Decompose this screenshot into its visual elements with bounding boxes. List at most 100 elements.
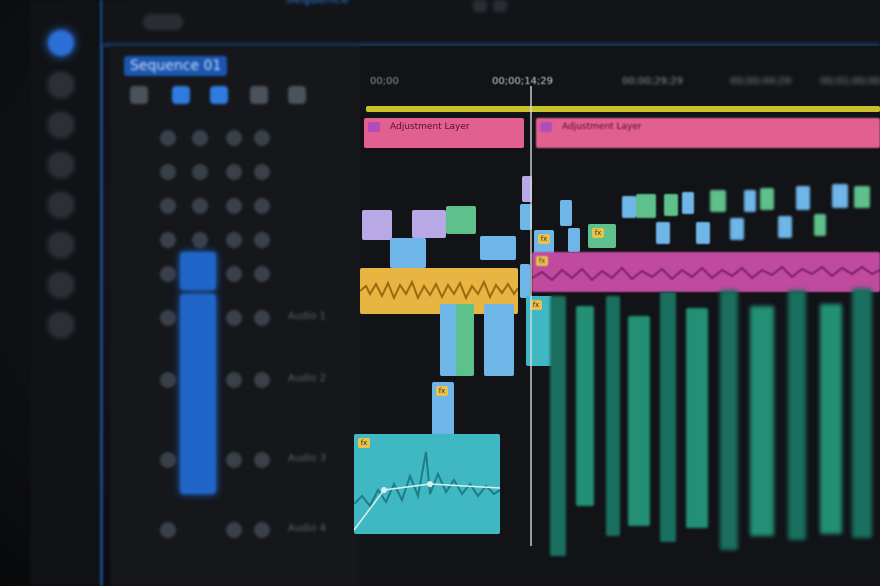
video-clip[interactable] bbox=[636, 194, 656, 218]
timeline-settings-icon[interactable] bbox=[250, 86, 268, 104]
video-clip[interactable]: fx bbox=[588, 224, 616, 248]
toggle-track-output-icon[interactable] bbox=[160, 198, 176, 214]
toggle-track-output-icon[interactable] bbox=[160, 130, 176, 146]
keyframe-point[interactable] bbox=[381, 487, 387, 493]
time-ruler[interactable]: 00;00 00;00;14;29 00;00;29;29 00;00;44;2… bbox=[360, 68, 880, 98]
ripple-edit-tool-icon[interactable] bbox=[48, 112, 74, 138]
lock-track-icon[interactable] bbox=[160, 266, 176, 282]
sync-lock-icon[interactable] bbox=[226, 198, 242, 214]
type-tool-icon[interactable] bbox=[48, 312, 74, 338]
audio-clip[interactable] bbox=[660, 292, 676, 542]
mute-icon[interactable] bbox=[226, 372, 242, 388]
linked-selection-icon[interactable] bbox=[172, 86, 190, 104]
lock-track-icon[interactable] bbox=[192, 198, 208, 214]
adjustment-layer-clip[interactable]: Adjustment Layer bbox=[364, 118, 524, 148]
keyframe-point[interactable] bbox=[427, 481, 433, 487]
razor-tool-icon[interactable] bbox=[48, 152, 74, 178]
hand-tool-icon[interactable] bbox=[48, 272, 74, 298]
audio-clip[interactable]: fx bbox=[532, 252, 880, 292]
sync-lock-icon[interactable] bbox=[226, 164, 242, 180]
video-clip[interactable] bbox=[796, 186, 810, 210]
video-clip[interactable]: fx bbox=[534, 230, 554, 254]
lock-track-icon[interactable] bbox=[192, 164, 208, 180]
audio-clip[interactable] bbox=[550, 296, 566, 556]
audio-clip[interactable] bbox=[576, 306, 594, 506]
video-clip[interactable] bbox=[622, 196, 636, 218]
video-clip[interactable] bbox=[568, 228, 580, 252]
solo-icon[interactable] bbox=[254, 372, 270, 388]
audio-clip[interactable] bbox=[750, 306, 774, 536]
sync-lock-icon[interactable] bbox=[226, 130, 242, 146]
pen-tool-icon[interactable] bbox=[48, 232, 74, 258]
snap-icon[interactable] bbox=[130, 86, 148, 104]
toggle-track-output-icon[interactable] bbox=[160, 232, 176, 248]
eye-icon[interactable] bbox=[254, 198, 270, 214]
video-clip[interactable] bbox=[412, 210, 446, 238]
sequence-tab[interactable]: Sequence bbox=[285, 0, 445, 12]
wrench-icon[interactable] bbox=[288, 86, 306, 104]
export-frame-icon[interactable] bbox=[473, 0, 487, 12]
solo-icon[interactable] bbox=[254, 310, 270, 326]
lock-track-icon[interactable] bbox=[160, 452, 176, 468]
lock-track-icon[interactable] bbox=[192, 130, 208, 146]
video-clip[interactable] bbox=[520, 264, 530, 298]
add-marker-icon[interactable] bbox=[210, 86, 228, 104]
audio-clip[interactable]: fx bbox=[354, 434, 500, 534]
video-clip[interactable] bbox=[664, 194, 678, 216]
solo-icon[interactable] bbox=[254, 452, 270, 468]
solo-icon[interactable] bbox=[254, 522, 270, 538]
panel-divider[interactable] bbox=[100, 0, 103, 586]
mute-icon[interactable] bbox=[226, 310, 242, 326]
audio-clip[interactable] bbox=[606, 296, 620, 536]
lock-track-icon[interactable] bbox=[160, 522, 176, 538]
mute-icon[interactable] bbox=[226, 522, 242, 538]
video-clip[interactable] bbox=[778, 216, 792, 238]
timeline-tracks[interactable]: 00;00 00;00;14;29 00;00;29;29 00;00;44;2… bbox=[354, 46, 880, 586]
video-clip[interactable] bbox=[480, 236, 516, 260]
playhead[interactable] bbox=[530, 86, 532, 546]
audio-clip[interactable] bbox=[852, 288, 872, 538]
audio-clip[interactable] bbox=[820, 304, 842, 534]
sequence-name[interactable]: Sequence 01 bbox=[124, 56, 228, 76]
lock-track-icon[interactable] bbox=[192, 232, 208, 248]
audio-clip[interactable] bbox=[788, 290, 806, 540]
video-clip[interactable] bbox=[760, 188, 774, 210]
video-clip[interactable] bbox=[362, 210, 392, 240]
work-area-bar[interactable] bbox=[366, 106, 880, 112]
mute-icon[interactable] bbox=[226, 266, 242, 282]
adjustment-layer-clip[interactable]: Adjustment Layer bbox=[536, 118, 880, 148]
selection-tool-icon[interactable] bbox=[48, 30, 74, 56]
eye-icon[interactable] bbox=[254, 130, 270, 146]
toggle-track-output-icon[interactable] bbox=[160, 164, 176, 180]
video-clip[interactable] bbox=[696, 222, 710, 244]
video-clip[interactable] bbox=[832, 184, 848, 208]
video-clip[interactable] bbox=[710, 190, 726, 212]
video-clip[interactable] bbox=[854, 186, 870, 208]
eye-icon[interactable] bbox=[254, 164, 270, 180]
video-clip[interactable] bbox=[814, 214, 826, 236]
video-clip[interactable] bbox=[744, 190, 756, 212]
audio-clip[interactable] bbox=[484, 304, 514, 376]
audio-clip[interactable] bbox=[456, 304, 474, 376]
eye-icon[interactable] bbox=[254, 232, 270, 248]
clip-label: Adjustment Layer bbox=[390, 122, 470, 132]
track-select-tool-icon[interactable] bbox=[48, 72, 74, 98]
sync-lock-icon[interactable] bbox=[226, 232, 242, 248]
audio-clip[interactable] bbox=[720, 290, 738, 550]
video-clip[interactable] bbox=[390, 238, 426, 268]
solo-icon[interactable] bbox=[254, 266, 270, 282]
video-clip[interactable] bbox=[560, 200, 572, 226]
panel-menu-icon[interactable] bbox=[143, 14, 183, 30]
video-clip[interactable] bbox=[656, 222, 670, 244]
volume-keyframe-line[interactable] bbox=[354, 483, 500, 531]
video-clip[interactable] bbox=[682, 192, 694, 214]
mute-icon[interactable] bbox=[226, 452, 242, 468]
audio-clip[interactable] bbox=[686, 308, 708, 528]
lock-track-icon[interactable] bbox=[160, 310, 176, 326]
video-clip[interactable] bbox=[730, 218, 744, 240]
export-icon[interactable] bbox=[493, 0, 507, 12]
lock-track-icon[interactable] bbox=[160, 372, 176, 388]
video-clip[interactable] bbox=[446, 206, 476, 234]
slip-tool-icon[interactable] bbox=[48, 192, 74, 218]
audio-clip[interactable] bbox=[628, 316, 650, 526]
